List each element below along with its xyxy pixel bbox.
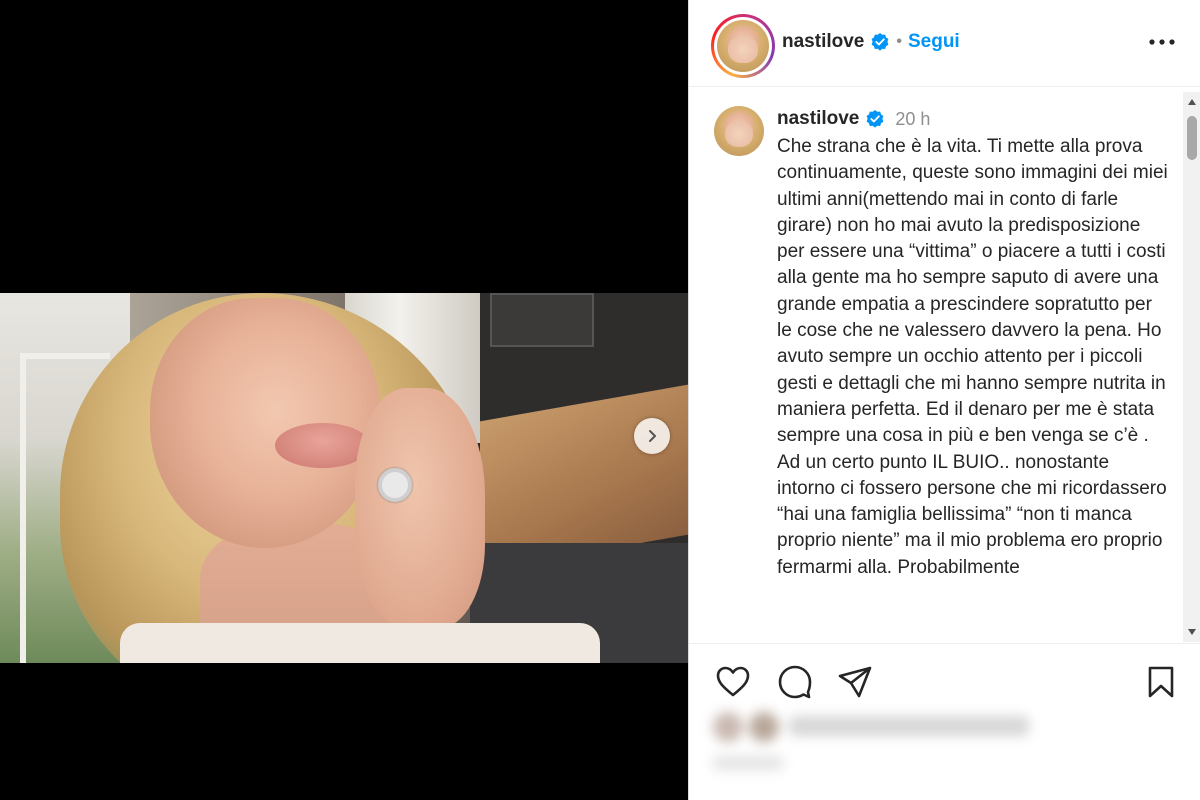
- like-button[interactable]: [713, 662, 753, 702]
- photo-hand: [355, 388, 485, 628]
- follow-button[interactable]: Segui: [908, 31, 960, 53]
- heart-icon: [716, 666, 750, 697]
- header-separator: •: [896, 33, 902, 50]
- caption-text: Che strana che è la vita. Ti mette alla …: [777, 136, 1168, 578]
- header-username[interactable]: nastilove: [782, 31, 864, 53]
- comment-button[interactable]: [775, 662, 815, 702]
- post-media-pane: [0, 0, 688, 800]
- header-avatar[interactable]: [711, 14, 775, 78]
- scroll-thumb[interactable]: [1187, 116, 1197, 160]
- header-user-line: nastilove • Segui: [782, 31, 960, 53]
- verified-badge-icon: [871, 33, 889, 51]
- verified-badge-icon: [866, 110, 884, 128]
- post-photo[interactable]: [0, 293, 688, 663]
- bookmark-icon: [1148, 666, 1174, 698]
- post-time-ago: 20 h: [895, 108, 931, 129]
- photo-ring: [378, 468, 412, 502]
- photo-shirt: [120, 623, 600, 663]
- next-photo-button[interactable]: [634, 418, 670, 454]
- caption-scrollbar[interactable]: [1183, 92, 1200, 642]
- more-options-button[interactable]: [1147, 30, 1177, 54]
- more-options-icon: [1149, 39, 1175, 45]
- photo-face: [150, 298, 380, 548]
- triangle-up-icon: [1188, 99, 1196, 105]
- triangle-down-icon: [1188, 629, 1196, 635]
- chevron-right-icon: [649, 430, 656, 442]
- scroll-down-button[interactable]: [1183, 624, 1200, 640]
- caption-avatar[interactable]: [714, 106, 764, 156]
- post-side-panel: nastilove • Segui nastilove 20 h Che str…: [688, 0, 1200, 800]
- post-actions: [689, 656, 1200, 706]
- caption-header: nastilove 20 h: [777, 108, 930, 130]
- comment-bubble-icon: [778, 665, 812, 699]
- post-header: nastilove • Segui: [689, 0, 1200, 87]
- paper-plane-icon: [838, 666, 872, 698]
- blurred-likes-area: [709, 706, 1049, 786]
- photo-wall-art: [490, 293, 594, 347]
- scroll-up-button[interactable]: [1183, 94, 1200, 110]
- caption-area: nastilove 20 h Che strana che è la vita.…: [689, 88, 1200, 644]
- share-button[interactable]: [835, 662, 875, 702]
- caption-username[interactable]: nastilove: [777, 108, 859, 130]
- save-button[interactable]: [1141, 662, 1181, 702]
